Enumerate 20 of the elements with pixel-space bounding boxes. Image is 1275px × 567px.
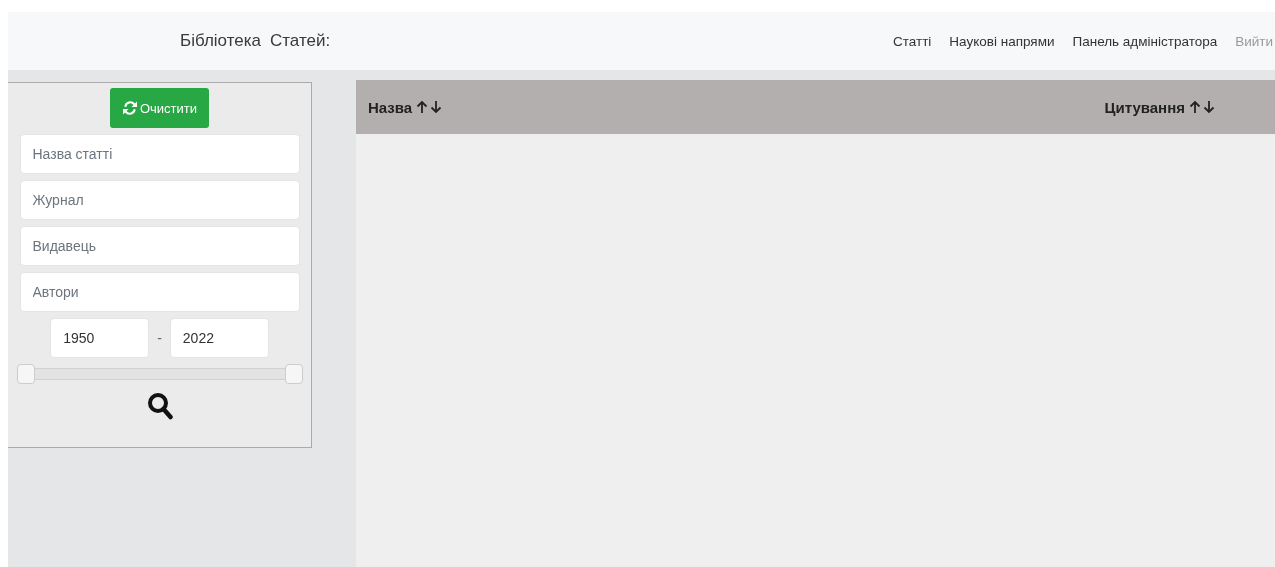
year-to-input[interactable]: 2022: [169, 318, 269, 358]
nav-link[interactable]: Панель адміністратора: [1072, 33, 1218, 49]
nav-link[interactable]: Наукові напрями: [949, 33, 1055, 49]
filter-input[interactable]: Назва статті: [19, 134, 300, 174]
year-from-input[interactable]: 1950: [50, 318, 150, 358]
brand-text: Бібліотека: [180, 31, 261, 51]
refresh-icon: [121, 100, 138, 116]
sort-column-header[interactable]: Назва: [368, 98, 443, 116]
range-separator: -: [157, 330, 162, 346]
sort-arrows-icon: [1189, 100, 1215, 114]
filter-input[interactable]: Автори: [19, 272, 300, 312]
search-icon: [146, 392, 173, 420]
slider-handle[interactable]: [284, 364, 303, 384]
sort-column-header[interactable]: Цитування: [1104, 98, 1215, 116]
sort-arrows-icon: [416, 100, 443, 114]
brand-text: Статей:: [270, 31, 331, 51]
nav-link[interactable]: Статті: [893, 33, 932, 49]
filter-input[interactable]: Журнал: [19, 180, 300, 220]
slider-handle[interactable]: [16, 364, 35, 384]
filter-input[interactable]: Видавець: [19, 226, 300, 266]
